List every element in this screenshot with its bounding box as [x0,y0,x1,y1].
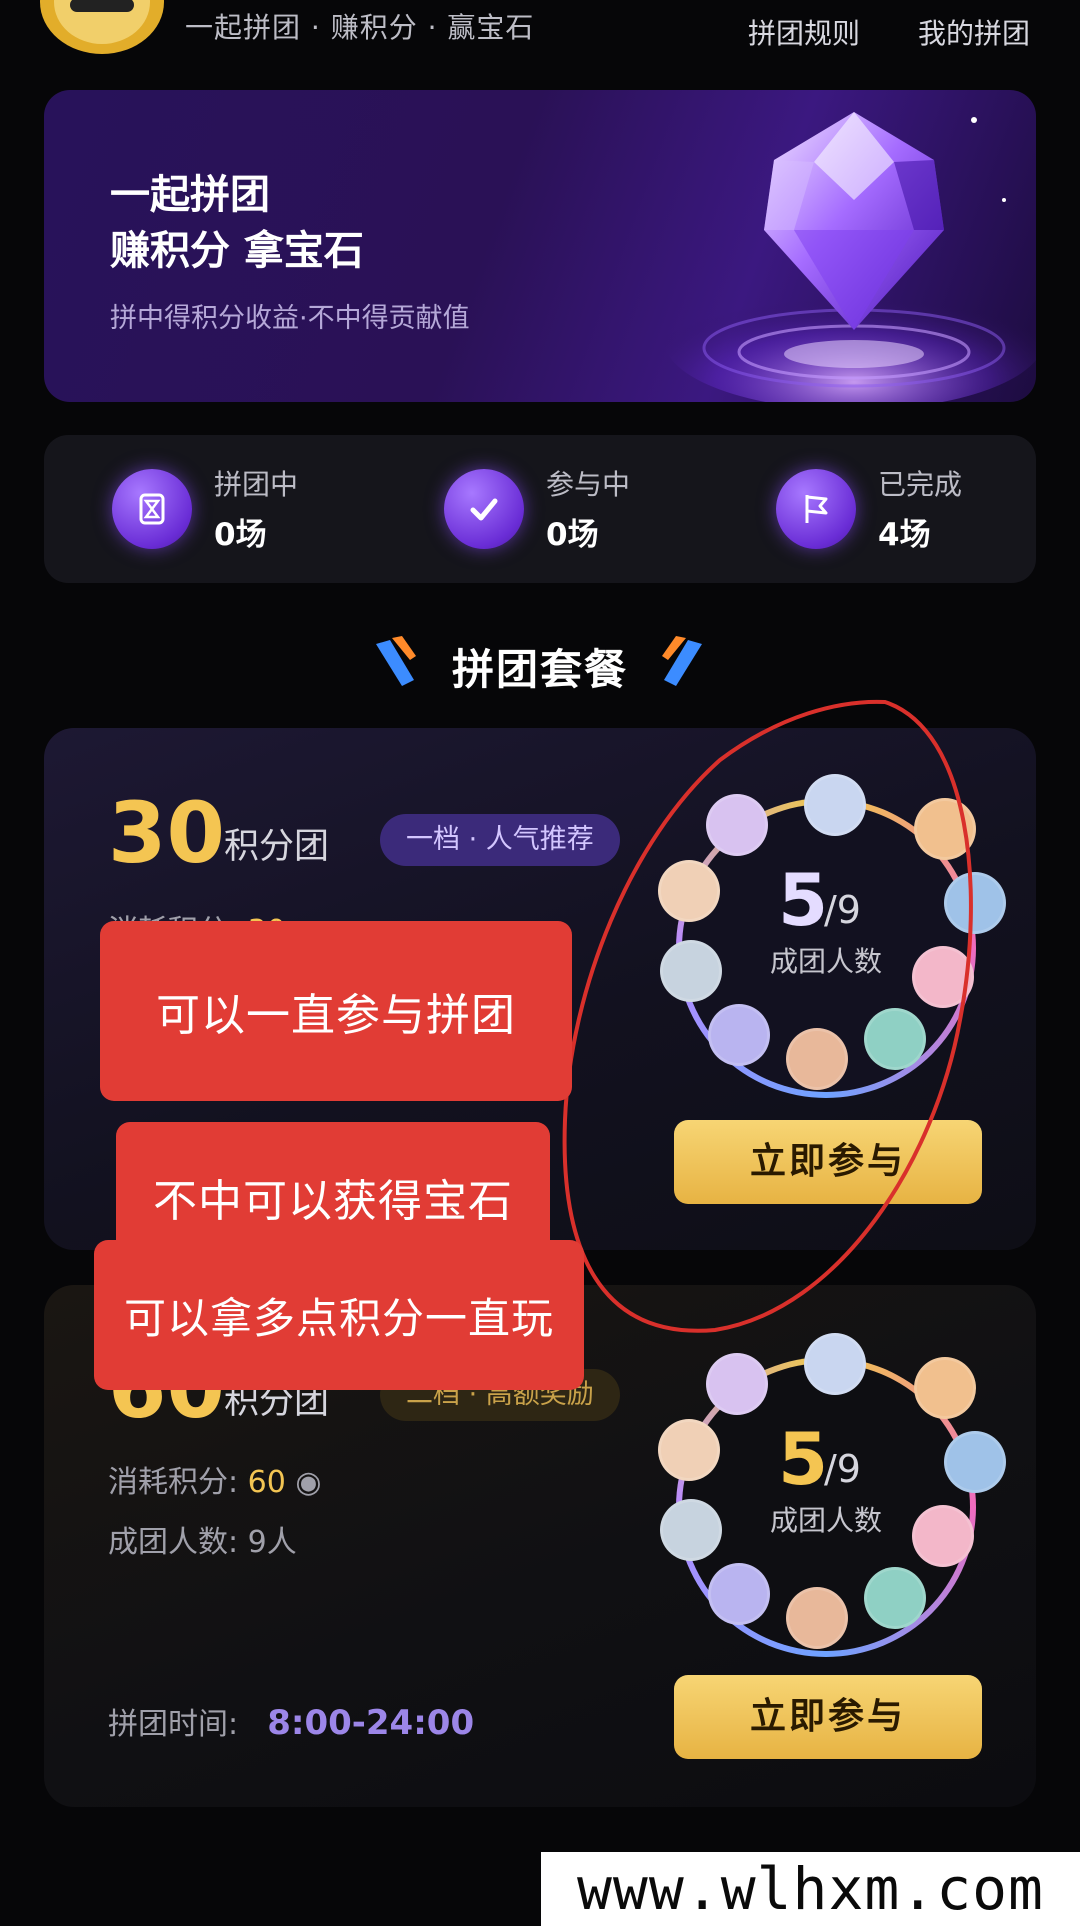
section-title: 拼团套餐 [451,645,628,694]
package-points: 30 [108,784,225,882]
section-right-deco-icon [662,636,702,686]
diamond-gem-icon [664,112,1036,402]
site-watermark: www.wlhxm.com [541,1852,1080,1926]
cost-value: 60 [247,1465,286,1500]
time-label: 拼团时间: [108,1707,239,1742]
time-value: 8:00-24:00 [267,1703,475,1743]
stat-value-participating: 0场 [546,517,599,553]
stat-value-completed: 4场 [878,517,931,553]
cost-label: 消耗积分: [108,1465,248,1500]
promo-banner[interactable]: 一起拼团 赚积分 拿宝石 拼中得积分收益·不中得贡献值 [44,90,1036,402]
hourglass-icon [112,469,192,549]
member-avatar [912,1505,974,1567]
avatar-sunglasses [70,0,134,12]
member-avatar [864,1567,926,1629]
user-avatar[interactable] [40,0,164,54]
member-avatar [706,1353,768,1415]
rules-link[interactable]: 拼团规则 [748,12,860,52]
annotation-circle [562,699,973,1333]
members-current: 5 [778,1417,829,1501]
flag-icon [776,469,856,549]
member-avatar [804,1333,866,1395]
member-avatar [786,1587,848,1649]
coin-icon: ◉ [285,1465,322,1500]
join-button[interactable]: 立即参与 [674,1675,982,1759]
header-slogan: 一起拼团 · 赚积分 · 赢宝石 [185,11,535,44]
stats-panel: 拼团中 0场 参与中 0场 已完成 4场 [44,435,1036,583]
checkmark-icon [444,469,524,549]
banner-title-line2: 赚积分 拿宝石 [110,228,364,274]
member-avatar [658,1419,720,1481]
group-size: 成团人数: 9人 [108,1525,297,1560]
note-box: 可以拿多点积分一直玩 [94,1240,584,1390]
members-label: 成团人数 [770,1504,883,1537]
package-unit: 积分团 [224,827,330,867]
member-avatar [944,1431,1006,1493]
stat-value-in-progress: 0场 [214,517,267,553]
stat-label-completed: 已完成 [878,468,963,501]
group-time: 拼团时间: 8:00-24:00 [108,1699,474,1743]
my-groups-link[interactable]: 我的拼团 [918,12,1030,52]
member-avatar [660,1499,722,1561]
member-avatar [914,1357,976,1419]
stat-label-participating: 参与中 [546,468,631,501]
banner-title-line1: 一起拼团 [110,172,270,218]
members-total: /9 [824,1447,861,1491]
stat-label-in-progress: 拼团中 [214,468,299,501]
member-avatar [708,1563,770,1625]
banner-subtitle: 拼中得积分收益·不中得贡献值 [110,303,470,334]
package-cost: 消耗积分: 60 ◉ [108,1457,322,1501]
note-box: 可以一直参与拼团 [100,921,572,1101]
